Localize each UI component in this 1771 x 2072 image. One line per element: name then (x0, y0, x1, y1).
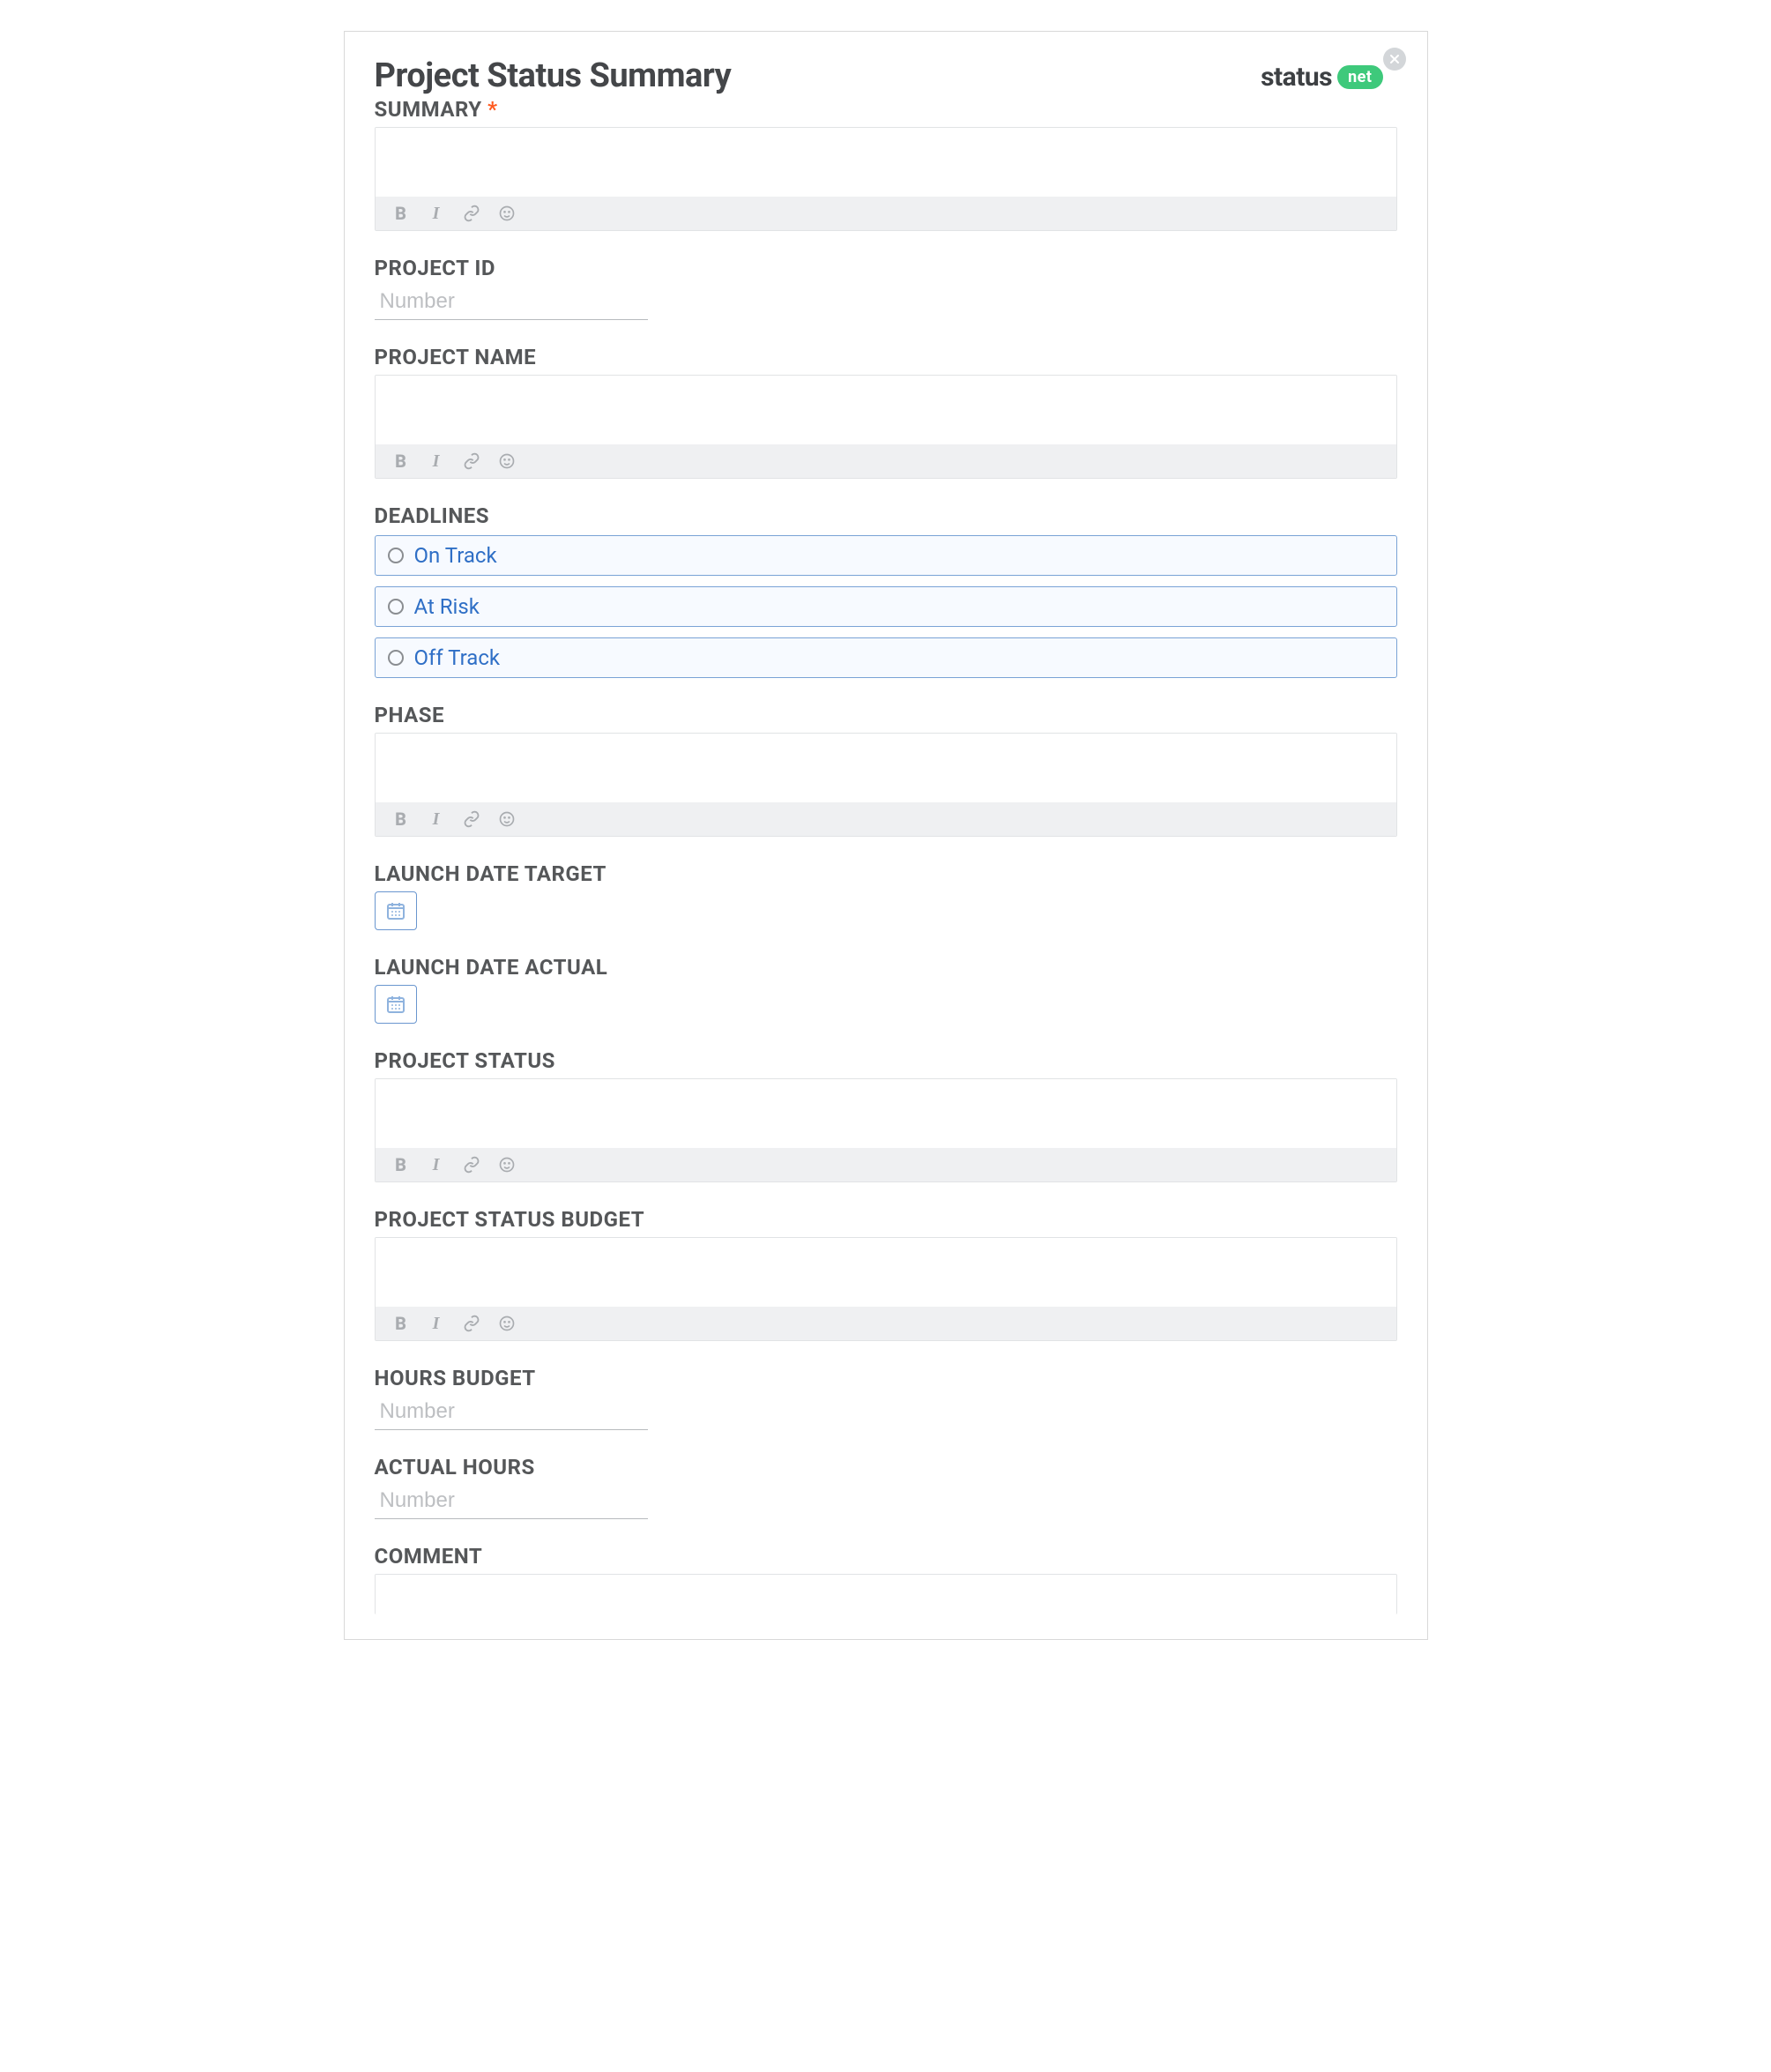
label-hours-budget: HOURS BUDGET (375, 1366, 1397, 1390)
field-deadlines: DEADLINES On Track At Risk Off Track (375, 503, 1397, 678)
label-phase: PHASE (375, 703, 1397, 727)
project-id-input[interactable] (375, 286, 648, 320)
emoji-button[interactable] (497, 1155, 517, 1174)
richtext-summary: B I (375, 127, 1397, 231)
actual-hours-input[interactable] (375, 1485, 648, 1519)
emoji-icon (498, 810, 516, 828)
field-actual-hours: ACTUAL HOURS (375, 1455, 1397, 1519)
close-icon (1389, 54, 1400, 64)
richtext-comment (375, 1574, 1397, 1614)
richtext-project-status-budget: B I (375, 1237, 1397, 1341)
italic-button[interactable]: I (427, 451, 446, 471)
label-project-name: PROJECT NAME (375, 345, 1397, 369)
field-hours-budget: HOURS BUDGET (375, 1366, 1397, 1430)
bold-button[interactable]: B (391, 809, 411, 829)
label-launch-target: LAUNCH DATE TARGET (375, 861, 1397, 886)
project-status-budget-input[interactable] (376, 1238, 1396, 1307)
bold-button[interactable]: B (391, 204, 411, 223)
form-container: Project Status Summary status net SUMMAR… (344, 31, 1428, 1640)
comment-input[interactable] (376, 1575, 1396, 1614)
link-icon (463, 205, 480, 222)
phase-input[interactable] (376, 734, 1396, 802)
link-icon (463, 810, 480, 828)
hours-budget-input[interactable] (375, 1396, 648, 1430)
link-button[interactable] (462, 1155, 481, 1174)
radio-icon (388, 548, 404, 563)
label-project-status: PROJECT STATUS (375, 1048, 1397, 1073)
field-summary: SUMMARY * B I (375, 97, 1397, 231)
date-picker-actual[interactable] (375, 985, 417, 1024)
emoji-icon (498, 452, 516, 470)
toolbar-project-status: B I (376, 1148, 1396, 1181)
emoji-button[interactable] (497, 1314, 517, 1333)
richtext-project-status: B I (375, 1078, 1397, 1182)
label-launch-actual: LAUNCH DATE ACTUAL (375, 955, 1397, 980)
label-deadlines: DEADLINES (375, 503, 1397, 528)
link-button[interactable] (462, 204, 481, 223)
emoji-button[interactable] (497, 451, 517, 471)
field-phase: PHASE B I (375, 703, 1397, 837)
deadlines-radio-group: On Track At Risk Off Track (375, 535, 1397, 678)
label-comment: COMMENT (375, 1544, 1397, 1569)
project-name-input[interactable] (376, 376, 1396, 444)
logo-badge: net (1337, 65, 1382, 89)
link-button[interactable] (462, 451, 481, 471)
toolbar-phase: B I (376, 802, 1396, 836)
richtext-phase: B I (375, 733, 1397, 837)
toolbar-project-status-budget: B I (376, 1307, 1396, 1340)
radio-label: At Risk (414, 594, 480, 619)
required-indicator: * (487, 97, 497, 122)
label-actual-hours: ACTUAL HOURS (375, 1455, 1397, 1479)
radio-option-off-track[interactable]: Off Track (375, 637, 1397, 678)
label-summary-text: SUMMARY (375, 97, 482, 122)
italic-button[interactable]: I (427, 204, 446, 223)
date-picker-target[interactable] (375, 891, 417, 930)
label-project-status-budget: PROJECT STATUS BUDGET (375, 1207, 1397, 1232)
field-project-name: PROJECT NAME B I (375, 345, 1397, 479)
field-launch-target: LAUNCH DATE TARGET (375, 861, 1397, 930)
summary-input[interactable] (376, 128, 1396, 197)
link-icon (463, 1315, 480, 1332)
emoji-button[interactable] (497, 809, 517, 829)
link-icon (463, 452, 480, 470)
italic-button[interactable]: I (427, 1314, 446, 1333)
emoji-icon (498, 205, 516, 222)
link-button[interactable] (462, 1314, 481, 1333)
link-icon (463, 1156, 480, 1174)
page-title: Project Status Summary (375, 56, 732, 95)
label-summary: SUMMARY * (375, 97, 1397, 122)
project-status-input[interactable] (376, 1079, 1396, 1148)
radio-label: Off Track (414, 645, 501, 670)
toolbar-project-name: B I (376, 444, 1396, 478)
field-comment: COMMENT (375, 1544, 1397, 1614)
emoji-icon (498, 1315, 516, 1332)
italic-button[interactable]: I (427, 809, 446, 829)
logo-text: status (1261, 62, 1332, 93)
field-launch-actual: LAUNCH DATE ACTUAL (375, 955, 1397, 1024)
bold-button[interactable]: B (391, 1155, 411, 1174)
field-project-id: PROJECT ID (375, 256, 1397, 320)
calendar-icon (385, 994, 406, 1015)
bold-button[interactable]: B (391, 1314, 411, 1333)
italic-button[interactable]: I (427, 1155, 446, 1174)
emoji-button[interactable] (497, 204, 517, 223)
calendar-icon (385, 900, 406, 921)
header: Project Status Summary status net (375, 56, 1397, 95)
label-project-id: PROJECT ID (375, 256, 1397, 280)
radio-label: On Track (414, 543, 497, 568)
radio-icon (388, 650, 404, 666)
field-project-status-budget: PROJECT STATUS BUDGET B I (375, 1207, 1397, 1341)
toolbar-summary: B I (376, 197, 1396, 230)
field-project-status: PROJECT STATUS B I (375, 1048, 1397, 1182)
logo: status net (1261, 62, 1382, 93)
close-button[interactable] (1383, 48, 1406, 71)
radio-icon (388, 599, 404, 615)
richtext-project-name: B I (375, 375, 1397, 479)
radio-option-at-risk[interactable]: At Risk (375, 586, 1397, 627)
radio-option-on-track[interactable]: On Track (375, 535, 1397, 576)
link-button[interactable] (462, 809, 481, 829)
bold-button[interactable]: B (391, 451, 411, 471)
emoji-icon (498, 1156, 516, 1174)
